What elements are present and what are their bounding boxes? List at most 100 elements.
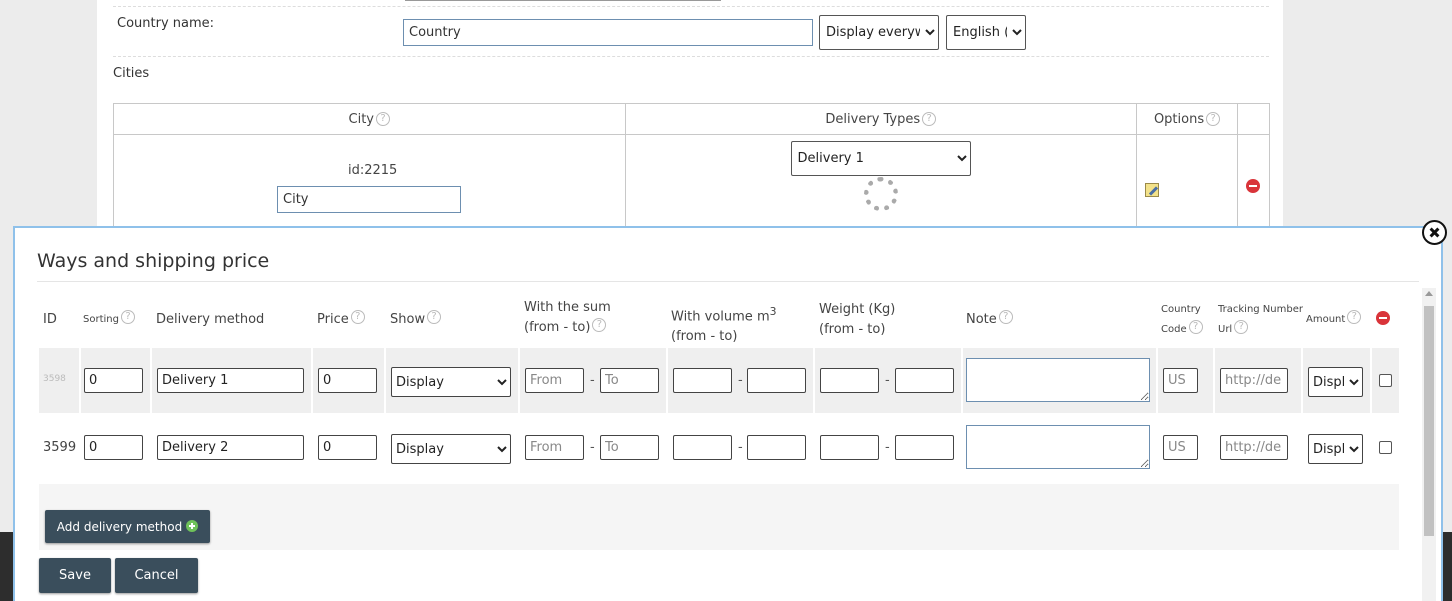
close-icon[interactable] [1422,220,1447,245]
volume-from-input[interactable] [673,368,732,393]
sum-to-input[interactable] [600,368,659,393]
sorting-input[interactable] [84,435,143,460]
column-separator [666,348,668,413]
row-checkbox[interactable] [1379,441,1392,454]
language-select[interactable]: English (en) [946,15,1026,50]
remove-city-icon[interactable] [1246,179,1260,193]
display-scope-select[interactable]: Display everywhere [819,15,939,50]
cities-section-label: Cities [113,66,150,81]
weight-to-input[interactable] [895,368,954,393]
sorting-input[interactable] [84,368,143,393]
help-icon[interactable]: ? [1234,320,1249,334]
header-with-volume: With volume m3 (from - to) [671,302,777,347]
country-code-input[interactable] [1163,435,1198,460]
note-textarea[interactable] [966,358,1150,402]
help-icon[interactable]: ? [592,318,607,332]
weight-from-input[interactable] [820,368,879,393]
header-sorting: Sorting? [83,310,135,330]
delivery-type-select[interactable]: Delivery 1 [790,141,971,176]
add-method-area: Add delivery method [39,484,1399,550]
header-with-volume-sup: 3 [769,305,777,318]
city-name-input[interactable] [277,186,461,213]
cities-table: City? Delivery Types? Options? id:2215 D… [113,103,1270,235]
help-icon[interactable]: ? [1188,320,1203,334]
header-price-label: Price [317,312,349,327]
header-country-line2: Code [1161,324,1187,335]
help-icon[interactable]: ? [1347,310,1362,324]
range-dash: - [885,373,890,388]
delivery-method-input[interactable] [157,435,304,460]
modal-scrollbar[interactable] [1422,288,1436,601]
delivery-method-input[interactable] [157,368,304,393]
row-id: 3599 [43,440,77,455]
loading-spinner-icon [863,177,898,211]
column-separator [1370,348,1372,413]
sum-from-input[interactable] [525,435,584,460]
row-checkbox[interactable] [1379,374,1392,387]
help-icon[interactable]: ? [427,310,442,324]
header-with-volume-line1: With volume m [671,309,770,325]
options-header-label: Options [1153,111,1205,127]
header-with-sum: With the sum (from - to)? [524,298,611,338]
help-icon[interactable]: ? [922,111,937,126]
volume-from-input[interactable] [673,435,732,460]
amount-select[interactable]: Display [1308,434,1363,464]
header-note: Note? [966,310,1013,330]
scrollbar-thumb[interactable] [1424,306,1434,536]
save-button[interactable]: Save [39,558,111,593]
help-icon[interactable]: ? [120,310,135,324]
help-icon[interactable]: ? [350,310,365,324]
column-separator [311,348,313,413]
help-icon[interactable]: ? [1206,111,1221,126]
header-show-label: Show [390,312,426,327]
tracking-url-input[interactable] [1220,435,1288,460]
column-separator [150,348,152,413]
weight-from-input[interactable] [820,435,879,460]
country-code-input[interactable] [1163,368,1198,393]
add-delivery-method-button[interactable]: Add delivery method [45,510,210,543]
cancel-button[interactable]: Cancel [115,558,198,593]
country-name-input[interactable] [403,19,813,46]
edit-icon[interactable] [1145,183,1160,197]
range-dash: - [738,373,743,388]
header-id: ID [43,312,57,327]
header-weight-line2: (from - to) [819,322,886,337]
scroll-up-arrow-icon[interactable] [1425,291,1433,296]
range-dash: - [885,440,890,455]
header-sorting-label: Sorting [83,314,119,325]
header-show: Show? [390,310,442,330]
volume-to-input[interactable] [747,435,806,460]
header-delivery-method: Delivery method [156,312,265,327]
header-tracking-url: Tracking Number Url? [1218,300,1303,340]
delivery-types-header-label: Delivery Types [825,111,921,127]
delivery-types-cell: Delivery 1 [624,134,1138,235]
note-textarea[interactable] [966,425,1150,469]
options-column-header: Options? [1136,103,1238,135]
weight-to-input[interactable] [895,435,954,460]
amount-select[interactable]: Display [1308,367,1363,397]
header-with-sum-line2: (from - to) [524,320,591,335]
add-delivery-method-label: Add delivery method [56,519,183,534]
help-icon[interactable]: ? [998,310,1013,324]
column-separator [961,348,963,413]
header-tracking-line2: Url [1218,324,1233,335]
header-country-line1: Country [1161,304,1201,315]
header-weight-line1: Weight (Kg) [819,302,896,317]
column-separator [384,348,386,413]
sum-to-input[interactable] [600,435,659,460]
show-select[interactable]: Display [391,434,511,464]
tracking-url-input[interactable] [1220,368,1288,393]
range-dash: - [738,440,743,455]
price-input[interactable] [318,435,377,460]
dashed-divider [113,6,1269,7]
column-separator [1156,348,1158,413]
modal-title-divider [37,281,1419,282]
sum-from-input[interactable] [525,368,584,393]
header-with-sum-line1: With the sum [524,300,611,315]
show-select[interactable]: Display [391,367,511,397]
volume-to-input[interactable] [747,368,806,393]
remove-all-icon[interactable] [1376,311,1390,325]
price-input[interactable] [318,368,377,393]
help-icon[interactable]: ? [376,111,390,126]
header-amount-label: Amount [1306,314,1346,325]
